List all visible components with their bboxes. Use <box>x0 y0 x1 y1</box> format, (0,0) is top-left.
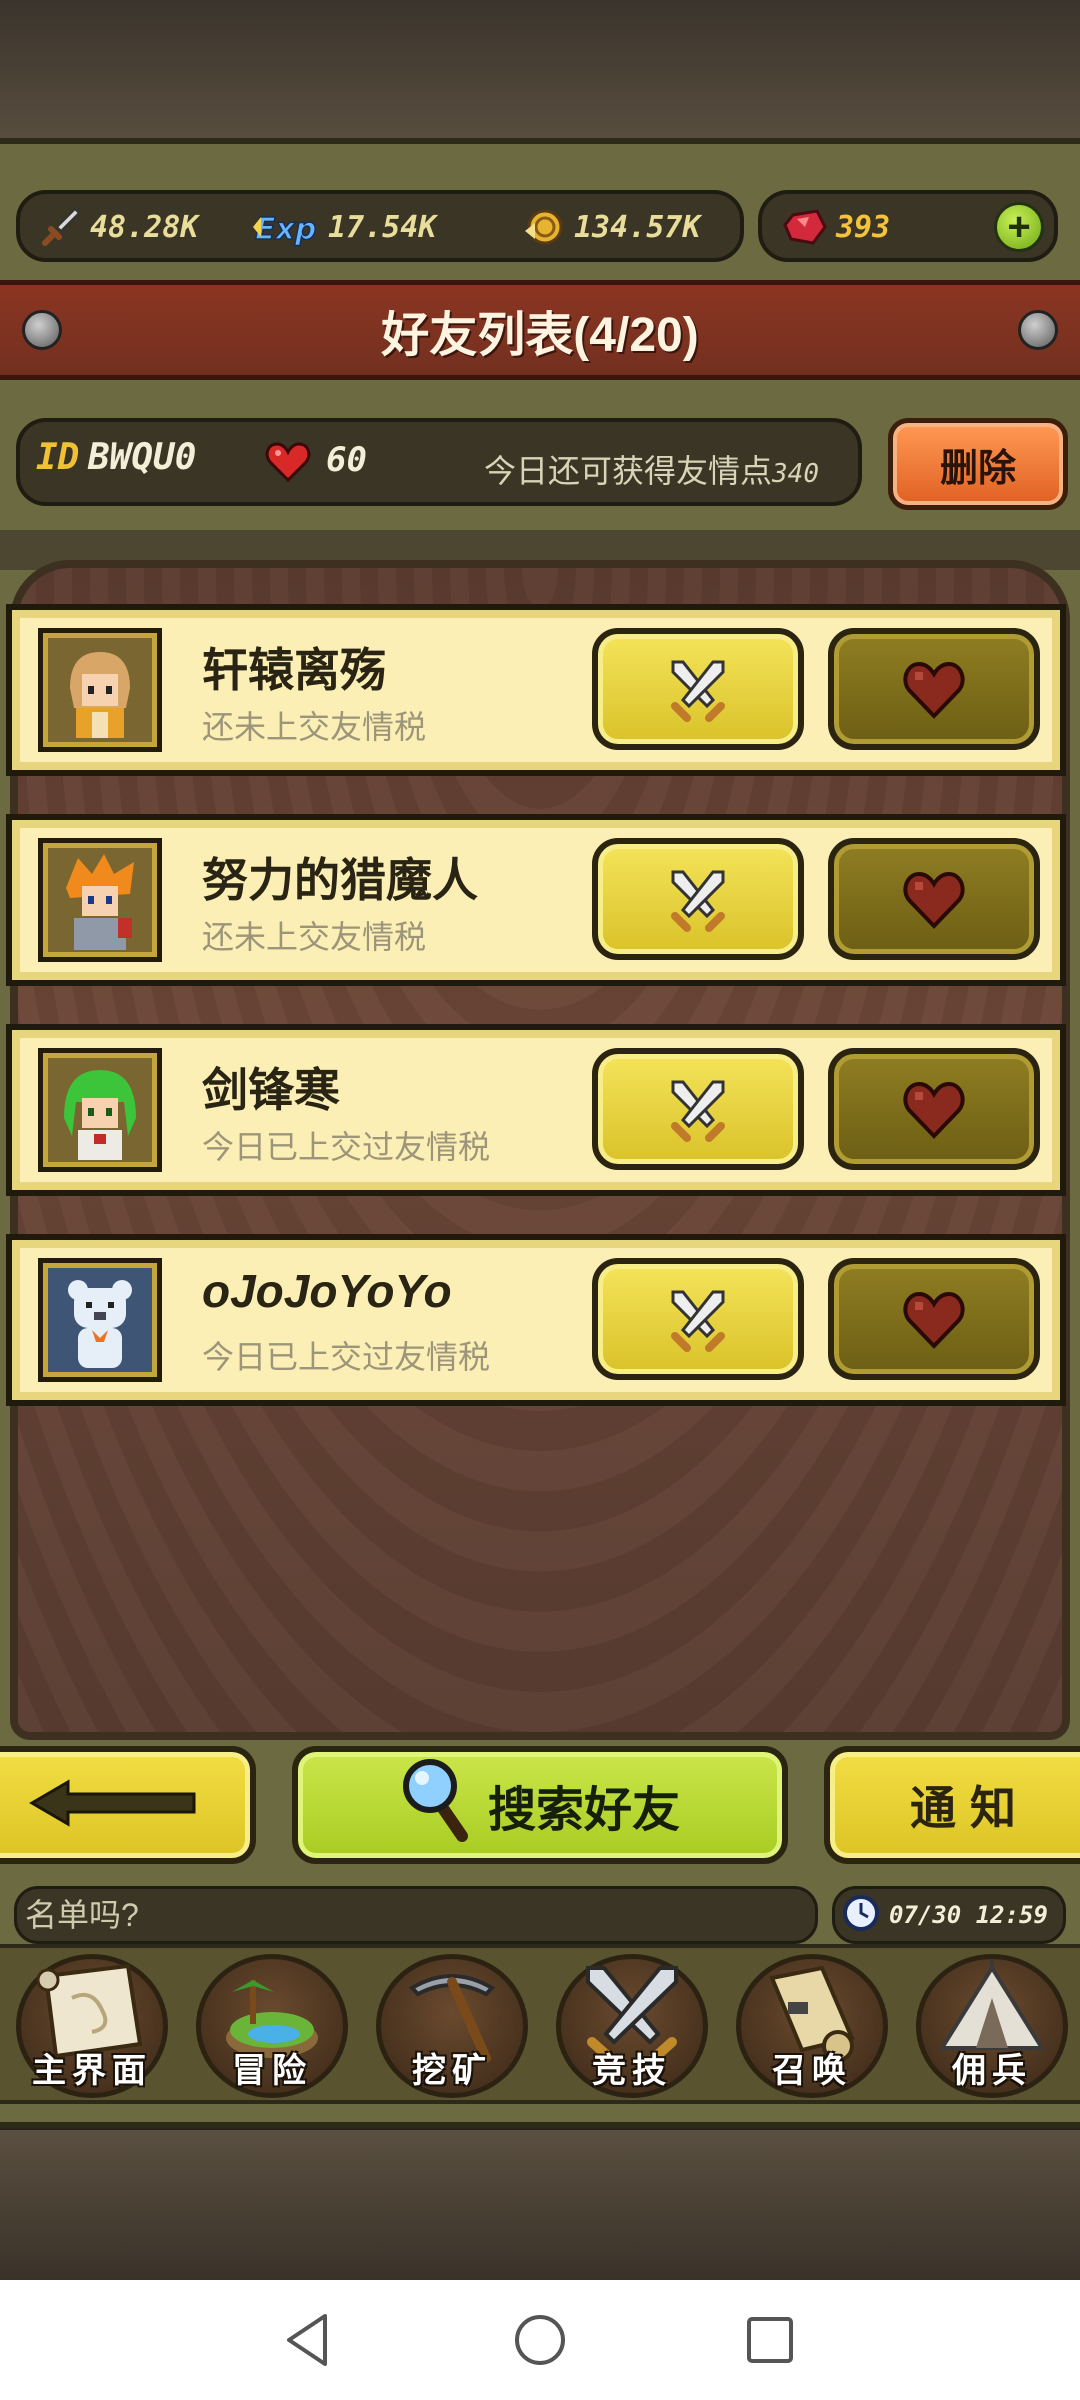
exp-icon: Exp <box>250 204 320 250</box>
svg-text:Exp: Exp <box>255 212 316 247</box>
rivet-icon <box>22 310 62 350</box>
top-background <box>0 0 1080 150</box>
attack-resource: 48.28K <box>36 202 198 252</box>
heart-icon <box>903 1081 965 1139</box>
crossed-swords-icon <box>671 870 725 932</box>
system-recents-icon[interactable] <box>740 2310 800 2370</box>
back-button[interactable] <box>0 1746 256 1864</box>
friend-tax-status: 今日已上交过友情税 <box>202 1339 491 1375</box>
nav-label: 主界面 <box>32 2052 152 2090</box>
send-heart-button[interactable] <box>828 1258 1040 1380</box>
id-label: ID <box>36 437 80 478</box>
nav-item-island[interactable]: 冒险 <box>184 1944 360 2104</box>
challenge-button[interactable] <box>592 838 804 960</box>
exp-value: 17.54K <box>328 209 437 245</box>
search-friend-button[interactable]: 搜索好友 <box>292 1746 788 1864</box>
heart-icon <box>903 871 965 929</box>
gold-resource: 134.57K <box>520 202 700 252</box>
nav-item-tent[interactable]: 佣兵 <box>904 1944 1080 2104</box>
friendship-points: 今日还可获得友情点340 <box>484 446 819 492</box>
nav-label: 挖矿 <box>412 2052 492 2090</box>
sword-icon <box>36 204 82 250</box>
friend-name: 剑锋寒 <box>202 1064 340 1116</box>
gold-coin-icon <box>520 204 566 250</box>
attack-value: 48.28K <box>90 209 199 245</box>
add-gems-button[interactable]: + <box>994 202 1044 252</box>
system-back-icon[interactable] <box>278 2310 338 2370</box>
heart-icon <box>903 661 965 719</box>
avatar-white-bear[interactable] <box>38 1258 162 1382</box>
crossed-swords-icon <box>671 660 725 722</box>
gem-resource: 393 <box>782 202 890 252</box>
crossed-swords-icon <box>671 1290 725 1352</box>
player-id: BWQU0 <box>88 437 197 478</box>
magnifier-icon <box>400 1756 470 1854</box>
send-heart-button[interactable] <box>828 838 1040 960</box>
avatar-green-hair-girl[interactable] <box>38 1048 162 1172</box>
nav-item-summon-scroll[interactable]: 召唤 <box>724 1944 900 2104</box>
avatar-orange-hair-knight[interactable] <box>38 838 162 962</box>
nav-label: 竞技 <box>592 2052 672 2090</box>
friend-tax-status: 还未上交友情税 <box>202 919 427 955</box>
system-home-icon[interactable] <box>510 2310 570 2370</box>
crossed-swords-icon <box>671 1080 725 1142</box>
search-friend-label: 搜索好友 <box>487 1784 680 1837</box>
plus-icon: + <box>1007 205 1031 249</box>
ruby-gem-icon <box>782 204 828 250</box>
heart-count: 60 <box>326 440 367 480</box>
friendship-text: 今日还可获得友情点 <box>484 453 773 489</box>
notify-button[interactable]: 通知 <box>824 1746 1080 1864</box>
page-title: 好友列表(4/20) <box>381 309 699 362</box>
friendship-points-value: 340 <box>772 459 819 489</box>
friend-name: 轩辕离殇 <box>202 644 386 696</box>
delete-button[interactable]: 删除 <box>888 418 1068 510</box>
send-heart-button[interactable] <box>828 1048 1040 1170</box>
arrow-left-icon <box>28 1778 198 1833</box>
exp-resource: Exp 17.54K <box>250 202 436 252</box>
challenge-button[interactable] <box>592 628 804 750</box>
friend-name: 努力的猎魔人 <box>202 854 478 906</box>
notify-label: 通知 <box>910 1782 1030 1834</box>
clock: 07/30 12:59 <box>832 1886 1066 1944</box>
send-heart-button[interactable] <box>828 628 1040 750</box>
clock-icon <box>841 1893 881 1938</box>
nav-label: 冒险 <box>232 2052 312 2090</box>
nav-item-crossed-swords[interactable]: 竞技 <box>544 1944 720 2104</box>
nav-item-pickaxe[interactable]: 挖矿 <box>364 1944 540 2104</box>
chat-ticker[interactable]: 名单吗? <box>14 1886 818 1944</box>
chat-text: 名单吗? <box>25 1897 139 1933</box>
challenge-button[interactable] <box>592 1258 804 1380</box>
rivet-icon <box>1018 310 1058 350</box>
friend-name: oJoJoYoYo <box>202 1265 452 1317</box>
gem-value: 393 <box>836 209 891 245</box>
friend-tax-status: 今日已上交过友情税 <box>202 1129 491 1165</box>
clock-time: 07/30 12:59 <box>889 1901 1048 1929</box>
challenge-button[interactable] <box>592 1048 804 1170</box>
heart-icon <box>264 440 312 489</box>
friend-tax-status: 还未上交友情税 <box>202 709 427 745</box>
title-banner: 好友列表(4/20) <box>0 280 1080 380</box>
nav-label: 佣兵 <box>952 2052 1032 2090</box>
gold-value: 134.57K <box>574 209 701 245</box>
nav-item-map-scroll[interactable]: 主界面 <box>4 1944 180 2104</box>
heart-icon <box>903 1291 965 1349</box>
avatar-blonde-hero[interactable] <box>38 628 162 752</box>
nav-label: 召唤 <box>772 2052 852 2090</box>
bottom-background <box>0 2130 1080 2280</box>
